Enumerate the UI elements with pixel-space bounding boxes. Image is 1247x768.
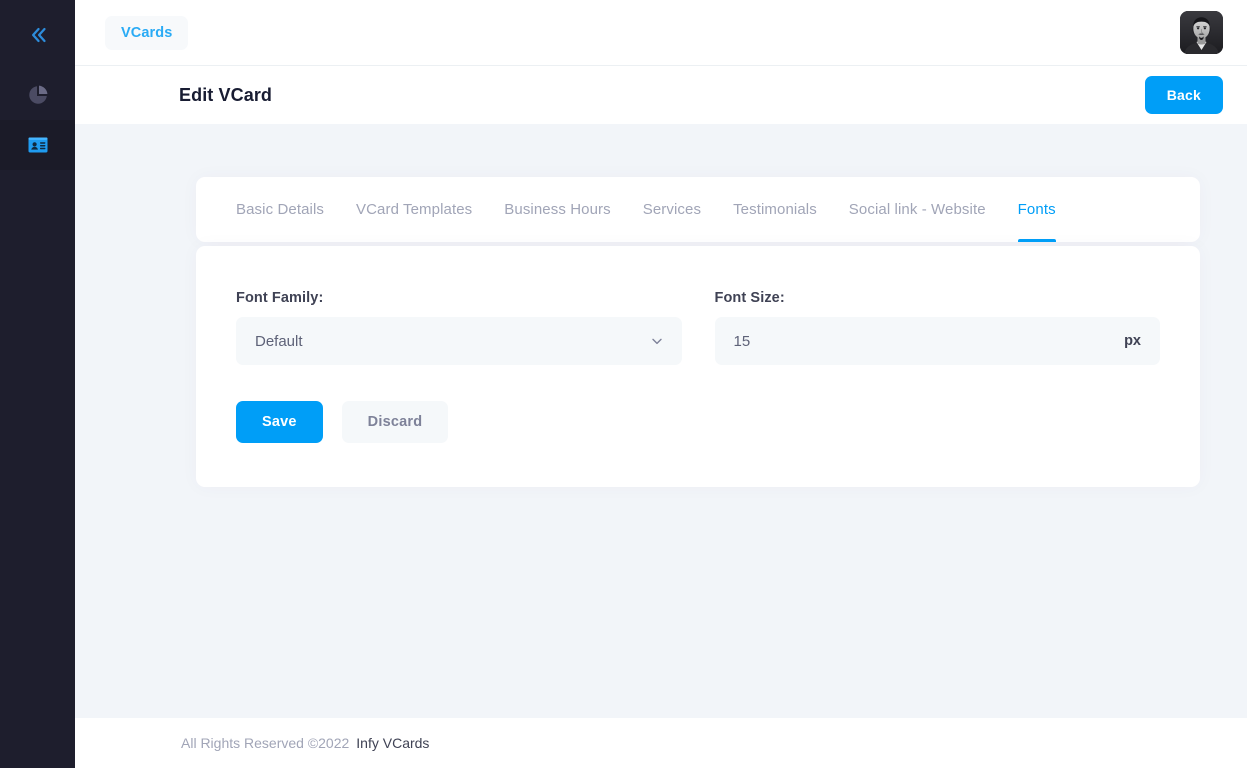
content-area: Basic Details VCard Templates Business H…: [75, 124, 1247, 718]
tab-business-hours[interactable]: Business Hours: [488, 177, 626, 242]
sidebar-item-dashboard[interactable]: [0, 70, 75, 120]
sidebar-collapse-button[interactable]: [0, 0, 75, 70]
font-family-group: Font Family: Default: [236, 290, 682, 365]
page-header: Edit VCard Back: [75, 65, 1247, 124]
font-size-label: Font Size:: [715, 290, 1161, 306]
discard-button[interactable]: Discard: [342, 401, 449, 443]
form-actions: Save Discard: [236, 401, 1160, 443]
font-size-group: Font Size: px: [715, 290, 1161, 365]
tab-fonts[interactable]: Fonts: [1002, 177, 1072, 242]
tab-services[interactable]: Services: [627, 177, 717, 242]
fonts-panel: Font Family: Default: [196, 246, 1200, 487]
tab-label: Services: [643, 201, 701, 218]
content-inner: Basic Details VCard Templates Business H…: [196, 177, 1200, 487]
tab-label: Testimonials: [733, 201, 817, 218]
footer-copyright: All Rights Reserved ©2022: [181, 735, 349, 751]
tab-list: Basic Details VCard Templates Business H…: [236, 177, 1072, 242]
font-family-field[interactable]: Default: [236, 317, 682, 365]
back-button[interactable]: Back: [1145, 76, 1223, 114]
font-size-field[interactable]: px: [715, 317, 1161, 365]
tab-label: VCard Templates: [356, 201, 472, 218]
fonts-form-row: Font Family: Default: [236, 290, 1160, 365]
sidebar-item-vcards[interactable]: [0, 120, 75, 170]
tab-label: Business Hours: [504, 201, 610, 218]
save-button[interactable]: Save: [236, 401, 323, 443]
footer: All Rights Reserved ©2022 Infy VCards: [75, 718, 1247, 768]
chevron-double-left-icon: [25, 22, 51, 48]
tab-basic-details[interactable]: Basic Details: [236, 177, 340, 242]
app-root: VCards: [0, 0, 1247, 768]
breadcrumb-vcards[interactable]: VCards: [105, 16, 188, 50]
pie-chart-icon: [26, 83, 50, 107]
font-size-input[interactable]: [734, 318, 1117, 364]
avatar[interactable]: [1180, 11, 1223, 54]
topbar: VCards: [75, 0, 1247, 65]
tab-label: Fonts: [1018, 201, 1056, 218]
tab-social-link-website[interactable]: Social link - Website: [833, 177, 1002, 242]
tab-label: Social link - Website: [849, 201, 986, 218]
id-card-icon: [26, 133, 50, 157]
font-family-select[interactable]: Default: [255, 318, 663, 364]
font-family-label: Font Family:: [236, 290, 682, 306]
tab-label: Basic Details: [236, 201, 324, 218]
sidebar-nav: [0, 70, 75, 170]
user-avatar-photo: [1180, 11, 1223, 54]
sidebar: [0, 0, 75, 768]
footer-brand: Infy VCards: [356, 735, 429, 751]
font-size-unit-suffix: px: [1124, 333, 1141, 349]
tab-testimonials[interactable]: Testimonials: [717, 177, 833, 242]
tabs-card: Basic Details VCard Templates Business H…: [196, 177, 1200, 242]
tab-vcard-templates[interactable]: VCard Templates: [340, 177, 488, 242]
main-column: VCards: [75, 0, 1247, 768]
page-title: Edit VCard: [179, 85, 272, 106]
